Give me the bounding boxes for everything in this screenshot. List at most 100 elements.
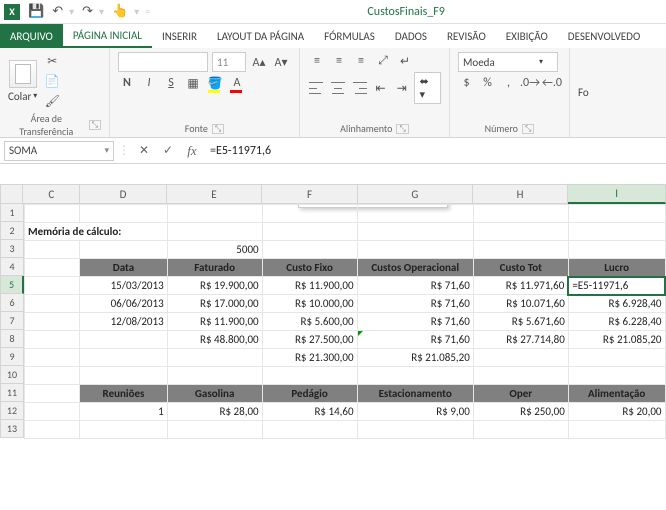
col-header-c[interactable]: C <box>23 184 80 204</box>
increase-font-button[interactable]: A▴ <box>250 53 268 71</box>
decrease-indent-button[interactable]: ⇤ <box>372 79 389 97</box>
accounting-format-button[interactable]: $ <box>458 74 475 92</box>
cell-f5[interactable]: R$ 11.900,00 <box>262 277 357 295</box>
select-all-triangle[interactable] <box>0 184 23 204</box>
format-painter-button[interactable]: 🖌 <box>43 92 61 110</box>
cell-e11[interactable]: Gasolina <box>167 385 262 403</box>
row-header-4[interactable]: 4 <box>0 258 24 276</box>
qat-redo[interactable]: ↷ <box>82 4 93 19</box>
tab-file[interactable]: ARQUIVO <box>0 24 63 48</box>
tab-developer[interactable]: DESENVOLVEDO <box>558 24 650 48</box>
cell-g6[interactable]: R$ 71,60 <box>357 295 473 313</box>
qat-save[interactable]: 💾 <box>28 4 44 19</box>
cell-g8[interactable]: R$ 71,60 <box>357 331 473 349</box>
merge-center-button[interactable]: ⬌ ▾ <box>414 72 441 104</box>
fill-color-button[interactable]: 🪣 <box>206 74 224 92</box>
col-header-h[interactable]: H <box>473 184 569 204</box>
cell-g4[interactable]: Custos Operacional <box>357 259 473 277</box>
font-family-select[interactable] <box>118 52 208 72</box>
cell-i8[interactable]: R$ 21.085,20 <box>568 331 665 349</box>
cell-e12[interactable]: R$ 28,00 <box>167 403 262 421</box>
qat-redo-more[interactable]: ▾ <box>99 5 104 18</box>
row-header-2[interactable]: 2 <box>0 222 24 240</box>
col-header-f[interactable]: F <box>262 184 358 204</box>
number-dialog-launcher[interactable]: ⤡ <box>522 124 534 134</box>
cell-i4[interactable]: Lucro <box>568 259 665 277</box>
decrease-font-button[interactable]: A▾ <box>272 53 290 71</box>
cell-e7[interactable]: R$ 11.900,00 <box>167 313 262 331</box>
tab-data[interactable]: DADOS <box>385 24 437 48</box>
align-bottom-button[interactable]: ≡ <box>352 52 370 70</box>
cell-e5[interactable]: R$ 19.900,00 <box>167 277 262 295</box>
cell-h7[interactable]: R$ 5.671,60 <box>473 313 568 331</box>
cell-d6[interactable]: 06/06/2013 <box>80 295 167 313</box>
percent-button[interactable]: % <box>479 74 496 92</box>
cell-i7[interactable]: R$ 6.228,40 <box>568 313 665 331</box>
decrease-decimal-button[interactable]: ←.0 <box>543 74 561 92</box>
cell-g11[interactable]: Estacionamento <box>357 385 473 403</box>
row-header-5[interactable]: 5 <box>0 276 24 294</box>
tab-home[interactable]: PÁGINA INICIAL <box>63 24 152 48</box>
col-header-i[interactable]: I <box>568 184 666 204</box>
enter-formula-button[interactable]: ✓ <box>158 141 178 161</box>
alignment-dialog-launcher[interactable]: ⤡ <box>396 124 408 134</box>
cell-e3[interactable]: 5000 <box>167 241 262 259</box>
row-header-6[interactable]: 6 <box>0 294 24 312</box>
row-header-1[interactable]: 1 <box>0 204 24 222</box>
row-header-13[interactable]: 13 <box>0 420 24 438</box>
cell-g5[interactable]: R$ 71,60 <box>357 277 473 295</box>
cell-e4[interactable]: Faturado <box>167 259 262 277</box>
row-header-7[interactable]: 7 <box>0 312 24 330</box>
qat-undo[interactable]: ↶ <box>52 4 63 19</box>
tab-review[interactable]: REVISÃO <box>437 24 496 48</box>
increase-decimal-button[interactable]: .0→ <box>521 74 539 92</box>
tab-insert[interactable]: INSERIR <box>152 24 207 48</box>
font-color-button[interactable]: A <box>228 74 246 92</box>
name-box[interactable]: SOMA▾ <box>4 141 114 161</box>
row-header-11[interactable]: 11 <box>0 384 24 402</box>
cell-d5[interactable]: 15/03/2013 <box>80 277 167 295</box>
cell-i12[interactable]: R$ 20,00 <box>568 403 665 421</box>
cell-h5[interactable]: R$ 11.971,60 <box>473 277 568 295</box>
cell-d7[interactable]: 12/08/2013 <box>80 313 167 331</box>
cell-g7[interactable]: R$ 71,60 <box>357 313 473 331</box>
cell-h12[interactable]: R$ 250,00 <box>473 403 568 421</box>
tab-view[interactable]: EXIBIÇÃO <box>496 24 558 48</box>
row-header-12[interactable]: 12 <box>0 402 24 420</box>
cell-e8[interactable]: R$ 48.800,00 <box>167 331 262 349</box>
formula-input[interactable] <box>206 142 662 160</box>
underline-button[interactable]: S <box>162 74 180 92</box>
increase-indent-button[interactable]: ⇥ <box>393 79 410 97</box>
cell-d4[interactable]: Data <box>80 259 167 277</box>
tab-layout[interactable]: LAYOUT DA PÁGINA <box>207 24 314 48</box>
cell-f6[interactable]: R$ 10.000,00 <box>262 295 357 313</box>
insert-function-button[interactable]: fx <box>182 141 202 161</box>
font-dialog-launcher[interactable]: ⤡ <box>212 124 224 134</box>
bold-button[interactable]: N <box>118 74 136 92</box>
cell-h6[interactable]: R$ 10.071,60 <box>473 295 568 313</box>
paste-button[interactable]: Colar▾ <box>8 60 37 103</box>
font-size-select[interactable] <box>212 52 246 72</box>
clipboard-dialog-launcher[interactable]: ⤡ <box>89 120 101 130</box>
align-center-button[interactable] <box>329 79 346 97</box>
cell-g12[interactable]: R$ 9,00 <box>357 403 473 421</box>
border-button[interactable]: ▦ <box>184 74 202 92</box>
cell-c2[interactable]: Memória de cálculo: <box>25 223 168 241</box>
cell-f4[interactable]: Custo Fixo <box>262 259 357 277</box>
row-header-9[interactable]: 9 <box>0 348 24 366</box>
cell-f11[interactable]: Pedágio <box>262 385 357 403</box>
row-header-3[interactable]: 3 <box>0 240 24 258</box>
cell-i6[interactable]: R$ 6.928,40 <box>568 295 665 313</box>
cell-h8[interactable]: R$ 27.714,80 <box>473 331 568 349</box>
orientation-button[interactable]: ⤢ <box>374 52 392 70</box>
cell-h11[interactable]: Oper <box>473 385 568 403</box>
tab-formulas[interactable]: FÓRMULAS <box>314 24 385 48</box>
qat-customize[interactable]: ▾ <box>134 5 139 18</box>
cell-f8[interactable]: R$ 27.500,00 <box>262 331 357 349</box>
sheet-cells[interactable]: Memória de cálculo: 5000 Data Faturado C… <box>24 204 666 439</box>
comma-style-button[interactable]: , <box>500 74 517 92</box>
cell-f9[interactable]: R$ 21.300,00 <box>262 349 357 367</box>
align-right-button[interactable] <box>351 79 368 97</box>
number-format-select[interactable]: Moeda▾ <box>458 52 558 72</box>
cell-f12[interactable]: R$ 14,60 <box>262 403 357 421</box>
